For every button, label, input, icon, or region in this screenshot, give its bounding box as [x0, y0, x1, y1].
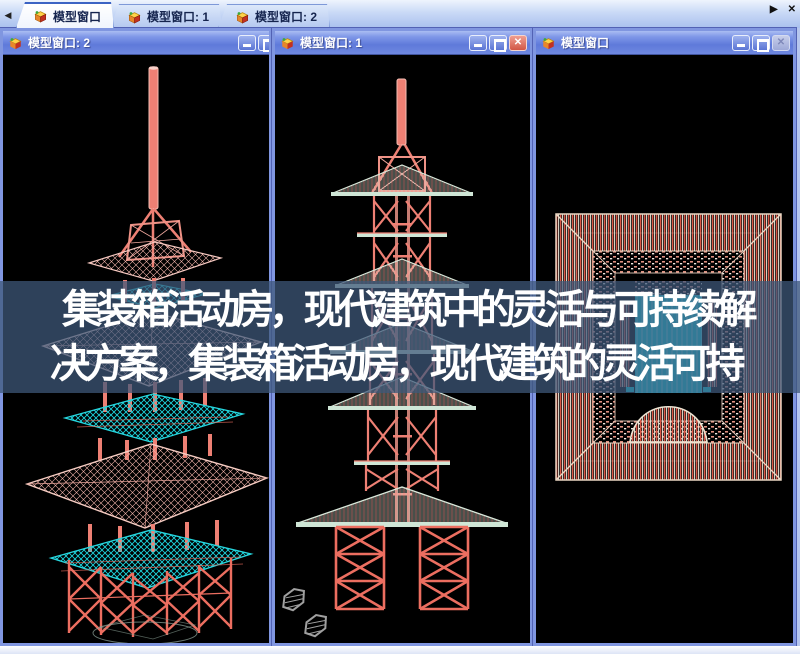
- model-window-icon: [235, 10, 250, 24]
- tab-label: 模型窗口: 2: [255, 8, 317, 25]
- model-window-icon: [280, 36, 295, 50]
- window-title: 模型窗口: 1: [300, 34, 464, 51]
- model-window-icon: [33, 9, 48, 23]
- tab-label: 模型窗口: [53, 8, 101, 25]
- tab-bar: ◀ 模型窗口 模型窗口: 1 模型窗口: 2 ▶ ✕: [0, 0, 800, 28]
- window-titlebar[interactable]: 模型窗口: 1 ✕: [275, 31, 530, 55]
- window-title: 模型窗口: [561, 34, 727, 51]
- application-window: ◀ 模型窗口 模型窗口: 1 模型窗口: 2 ▶ ✕ 模型窗口: 2: [0, 0, 800, 654]
- minimize-button[interactable]: [469, 35, 487, 51]
- model-window-icon: [8, 36, 23, 50]
- minimize-button[interactable]: [238, 35, 256, 51]
- window-title: 模型窗口: 2: [28, 34, 233, 51]
- tab-label: 模型窗口: 1: [147, 8, 209, 25]
- model-window-icon: [127, 10, 142, 24]
- caption-line-2: 决方案，集装箱活动房，现代建筑的灵活可持: [0, 337, 800, 391]
- maximize-button[interactable]: [752, 35, 770, 51]
- caption-line-1: 集装箱活动房，现代建筑中的灵活与可持续解: [0, 283, 800, 337]
- tabbar-close-icon[interactable]: ✕: [788, 4, 796, 15]
- close-button[interactable]: ✕: [509, 35, 527, 51]
- tab-model-window-2[interactable]: 模型窗口: 2: [218, 4, 330, 28]
- bottom-strip: [0, 646, 800, 654]
- tab-model-window[interactable]: 模型窗口: [16, 2, 114, 28]
- footprints-watermark-icon: [279, 584, 332, 640]
- tab-scroll-left-icon[interactable]: ◀: [0, 5, 16, 25]
- caption-banner: 集装箱活动房，现代建筑中的灵活与可持续解 决方案，集装箱活动房，现代建筑的灵活可…: [0, 281, 800, 393]
- maximize-button[interactable]: [489, 35, 507, 51]
- close-button-disabled[interactable]: ✕: [772, 35, 790, 51]
- model-window-icon: [541, 36, 556, 50]
- window-titlebar[interactable]: 模型窗口 ✕: [536, 31, 793, 55]
- tab-model-window-1[interactable]: 模型窗口: 1: [110, 4, 222, 28]
- window-titlebar[interactable]: 模型窗口: 2: [3, 31, 269, 55]
- minimize-button[interactable]: [732, 35, 750, 51]
- maximize-button[interactable]: [258, 35, 269, 51]
- tab-scroll-right-icon[interactable]: ▶: [770, 4, 778, 15]
